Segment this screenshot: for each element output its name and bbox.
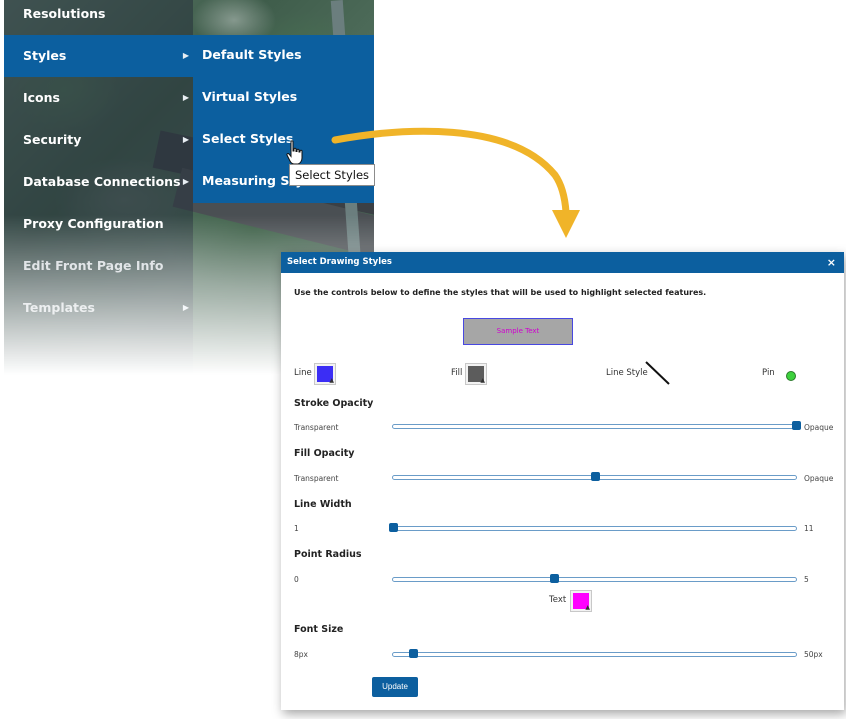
submenu-caret-icon: ▶ <box>182 135 189 144</box>
dropdown-triangle-icon: ▲ <box>585 604 590 611</box>
line-label: Line <box>294 368 312 378</box>
stroke-opacity-title: Stroke Opacity <box>294 398 374 409</box>
menu-item-icons[interactable]: Icons ▶ <box>4 77 193 119</box>
dropdown-triangle-icon: ▲ <box>329 377 334 384</box>
submenu-item-virtual-styles[interactable]: Virtual Styles <box>193 77 374 119</box>
menu-item-label: Proxy Configuration <box>23 216 164 231</box>
fill-label: Fill <box>451 368 463 378</box>
submenu-caret-icon: ▶ <box>182 93 189 102</box>
menu-item-resolutions[interactable]: Resolutions <box>4 0 193 35</box>
menu-item-label: Templates <box>23 300 95 315</box>
stroke-opacity-max-label: Opaque <box>804 423 834 432</box>
line-width-title: Line Width <box>294 499 352 510</box>
hand-pointer-icon <box>286 140 303 165</box>
font-size-title: Font Size <box>294 624 344 635</box>
submenu-item-default-styles[interactable]: Default Styles <box>193 35 374 77</box>
slider-thumb[interactable] <box>409 649 419 658</box>
pin-icon[interactable] <box>786 371 796 381</box>
point-radius-max-label: 5 <box>804 575 809 584</box>
submenu-caret-icon: ▶ <box>182 51 189 60</box>
submenu-caret-icon: ▶ <box>182 303 189 312</box>
font-size-max-label: 50px <box>804 650 823 659</box>
dialog-header: Select Drawing Styles × <box>281 252 844 273</box>
stroke-opacity-min-label: Transparent <box>294 423 339 432</box>
fill-opacity-slider[interactable] <box>392 472 797 481</box>
line-color-picker[interactable]: ▲ <box>314 363 336 385</box>
line-style-picker[interactable] <box>643 358 673 388</box>
submenu-item-label: Default Styles <box>202 47 302 62</box>
font-size-slider[interactable] <box>392 649 797 658</box>
dropdown-triangle-icon: ▲ <box>480 377 485 384</box>
fill-opacity-title: Fill Opacity <box>294 448 355 459</box>
menu-item-edit-front-page-info[interactable]: Edit Front Page Info <box>4 245 193 287</box>
menu-item-proxy-configuration[interactable]: Proxy Configuration <box>4 203 193 245</box>
close-icon[interactable]: × <box>827 252 836 273</box>
menu-column: Resolutions Styles ▶ Icons ▶ Security ▶ … <box>4 0 193 380</box>
line-width-max-label: 11 <box>804 524 814 533</box>
dialog-title: Select Drawing Styles <box>287 257 392 267</box>
text-color-picker[interactable]: ▲ <box>570 590 592 612</box>
fill-opacity-min-label: Transparent <box>294 474 339 483</box>
line-style-label: Line Style <box>606 368 648 378</box>
menu-item-label: Database Connections <box>23 174 181 189</box>
line-width-slider[interactable] <box>389 523 797 532</box>
submenu-item-label: Virtual Styles <box>202 89 298 104</box>
menu-item-security[interactable]: Security ▶ <box>4 119 193 161</box>
menu-item-templates[interactable]: Templates ▶ <box>4 287 193 329</box>
line-width-min-label: 1 <box>294 524 299 533</box>
font-size-min-label: 8px <box>294 650 308 659</box>
fill-opacity-max-label: Opaque <box>804 474 834 483</box>
point-radius-title: Point Radius <box>294 549 362 560</box>
callout-arrow-icon <box>331 127 580 238</box>
point-radius-slider[interactable] <box>392 574 797 583</box>
select-drawing-styles-dialog: Select Drawing Styles × Use the controls… <box>281 252 844 710</box>
slider-thumb[interactable] <box>792 421 801 430</box>
menu-item-label: Security <box>23 132 82 147</box>
slider-thumb[interactable] <box>590 472 600 481</box>
submenu-caret-icon: ▶ <box>182 177 189 186</box>
update-button[interactable]: Update <box>372 677 418 697</box>
slider-thumb[interactable] <box>389 523 398 532</box>
submenu-item-label: Select Styles <box>202 131 294 146</box>
slider-thumb[interactable] <box>550 574 560 583</box>
menu-item-database-connections[interactable]: Database Connections ▶ <box>4 161 193 203</box>
menu-item-label: Resolutions <box>23 6 106 21</box>
menu-item-label: Edit Front Page Info <box>23 258 164 273</box>
point-radius-min-label: 0 <box>294 575 299 584</box>
menu-item-label: Styles <box>23 48 67 63</box>
dialog-instructions: Use the controls below to define the sty… <box>294 288 707 297</box>
text-label: Text <box>549 595 567 605</box>
menu-item-label: Icons <box>23 90 60 105</box>
fill-color-picker[interactable]: ▲ <box>465 363 487 385</box>
pin-label: Pin <box>762 368 775 378</box>
stroke-opacity-slider[interactable] <box>392 421 801 430</box>
sample-text-preview: Sample Text <box>463 318 573 345</box>
menu-item-styles[interactable]: Styles ▶ <box>4 35 193 77</box>
